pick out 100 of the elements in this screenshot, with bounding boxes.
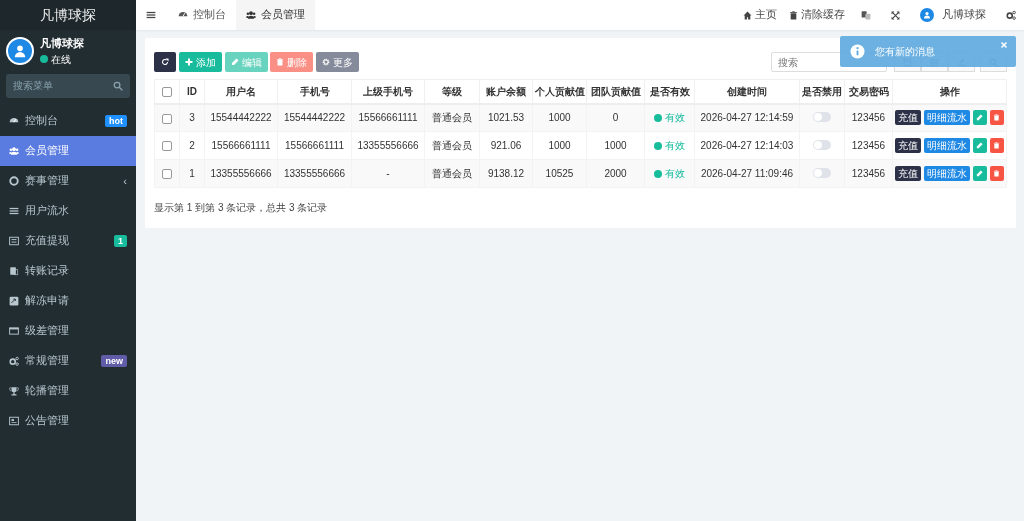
action-button[interactable]: 明细流水 xyxy=(924,138,971,153)
edit-button[interactable] xyxy=(972,110,987,126)
column-header: 团队贡献值 xyxy=(590,85,641,97)
table-cell: 123456 xyxy=(851,168,886,179)
nav-link[interactable]: 主页 xyxy=(737,7,783,23)
row-checkbox[interactable] xyxy=(162,169,172,180)
delete-button[interactable] xyxy=(989,138,1004,153)
plus-icon xyxy=(184,58,193,66)
refresh-icon xyxy=(161,58,169,66)
table-cell: 15566661111 xyxy=(211,140,271,151)
gear-icon xyxy=(322,58,330,66)
sidebar-item[interactable]: 轮播管理 xyxy=(0,375,136,406)
column-header: 创建时间 xyxy=(727,85,767,97)
action-button[interactable]: 充值 xyxy=(895,138,922,153)
delete-button[interactable] xyxy=(989,110,1004,126)
refresh-button[interactable] xyxy=(154,52,176,72)
table-cell: 3 xyxy=(189,112,195,124)
column-header: 交易密码 xyxy=(848,85,889,97)
gauge-icon xyxy=(9,115,19,126)
table-cell: 1000 xyxy=(548,112,571,124)
status-text: 有效 xyxy=(665,168,685,179)
pencil-icon xyxy=(976,142,984,149)
sidebar-item[interactable]: 级差管理 xyxy=(0,315,136,346)
language-icon[interactable] xyxy=(861,10,871,20)
pencil-icon xyxy=(976,114,984,122)
table-cell: 13355556666 xyxy=(283,168,346,179)
action-button[interactable]: 充值 xyxy=(895,166,922,181)
trash-icon xyxy=(993,114,1001,122)
column-header: 手机号 xyxy=(299,85,330,97)
table-cell: 1000 xyxy=(604,140,627,151)
document-icon xyxy=(9,265,19,276)
table-cell: 1000 xyxy=(548,140,571,151)
action-button[interactable]: 明细流水 xyxy=(924,166,971,181)
row-checkbox[interactable] xyxy=(162,113,172,124)
column-header: 是否禁用 xyxy=(802,85,842,97)
edit-button[interactable] xyxy=(972,138,987,153)
close-icon[interactable] xyxy=(1000,41,1008,49)
table-cell: 921.06 xyxy=(490,140,522,151)
trash-icon xyxy=(276,58,285,66)
table-cell: 2026-04-27 12:14:03 xyxy=(700,140,794,151)
menu-search-input[interactable]: 搜索菜单 xyxy=(13,78,113,94)
sidebar-item[interactable]: 充值提现 1 xyxy=(0,225,136,256)
trash-icon xyxy=(789,10,798,20)
table-cell: - xyxy=(386,168,390,179)
nav-tab[interactable]: 控制台 xyxy=(168,0,236,30)
menu-badge: hot xyxy=(105,114,127,127)
pagination-info: 显示第 1 到第 3 条记录，总共 3 条记录 xyxy=(154,201,328,215)
table-cell: 2000 xyxy=(604,168,627,179)
delete-button[interactable] xyxy=(989,166,1004,181)
share-icon xyxy=(9,295,19,306)
column-header: 等级 xyxy=(442,85,462,97)
trophy-icon xyxy=(9,385,19,396)
column-header: 个人贡献值 xyxy=(534,85,585,97)
trash-icon xyxy=(993,170,1001,177)
action-button[interactable]: 充值 xyxy=(895,110,922,126)
list-icon xyxy=(9,235,19,246)
fullscreen-icon[interactable] xyxy=(891,10,900,20)
sidebar-item[interactable]: 公告管理 xyxy=(0,405,136,436)
menu-search-field[interactable]: 搜索菜单 xyxy=(6,73,130,98)
sidebar-item[interactable]: 转账记录 xyxy=(0,255,136,286)
search-icon xyxy=(113,80,123,91)
menu-badge: new xyxy=(101,354,127,367)
gears-icon xyxy=(9,355,19,366)
sidebar-item[interactable]: 控制台 hot xyxy=(0,105,136,136)
toggle-switch[interactable] xyxy=(813,112,831,123)
table-cell: 15544442222 xyxy=(283,112,346,124)
sidebar-item[interactable]: 会员管理 xyxy=(0,135,136,166)
action-button[interactable]: 明细流水 xyxy=(924,110,971,126)
column-header: 操作 xyxy=(939,85,960,97)
column-header: 上级手机号 xyxy=(363,85,413,97)
trash-icon xyxy=(993,142,1001,149)
users-icon xyxy=(9,145,19,156)
ring-icon xyxy=(9,175,19,186)
table-cell: 123456 xyxy=(851,140,886,151)
caret-icon: ‹ xyxy=(123,172,127,189)
table-cell: 0 xyxy=(612,112,619,124)
table-cell: 123456 xyxy=(851,112,886,124)
toggle-switch[interactable] xyxy=(813,168,831,178)
toggle-switch[interactable] xyxy=(813,140,831,150)
table-cell: 13355556666 xyxy=(210,168,272,179)
select-all-checkbox[interactable] xyxy=(162,87,172,98)
gears-icon[interactable] xyxy=(1006,10,1016,20)
column-header: ID xyxy=(187,85,197,97)
menu-icon[interactable] xyxy=(146,10,156,21)
sidebar-item[interactable]: 用户流水 xyxy=(0,195,136,226)
sidebar-item[interactable]: 赛事管理 ‹ xyxy=(0,165,136,196)
home-icon xyxy=(743,10,752,20)
table-cell: 2026-04-27 11:09:46 xyxy=(700,168,794,179)
edit-button[interactable] xyxy=(972,166,987,181)
nav-tab[interactable]: 会员管理 xyxy=(236,0,315,30)
table-cell: 普通会员 xyxy=(432,168,472,179)
table-cell: 1 xyxy=(189,168,195,179)
sidebar-item[interactable]: 常规管理 new xyxy=(0,345,136,376)
table-cell: 2 xyxy=(189,140,195,151)
column-header: 账户余额 xyxy=(486,85,526,97)
table-cell: 普通会员 xyxy=(432,140,472,151)
sidebar-item[interactable]: 解冻申请 xyxy=(0,285,136,316)
user-name[interactable]: 凡博球探 xyxy=(942,7,986,23)
nav-link[interactable]: 清除缓存 xyxy=(783,7,851,23)
row-checkbox[interactable] xyxy=(162,141,172,152)
